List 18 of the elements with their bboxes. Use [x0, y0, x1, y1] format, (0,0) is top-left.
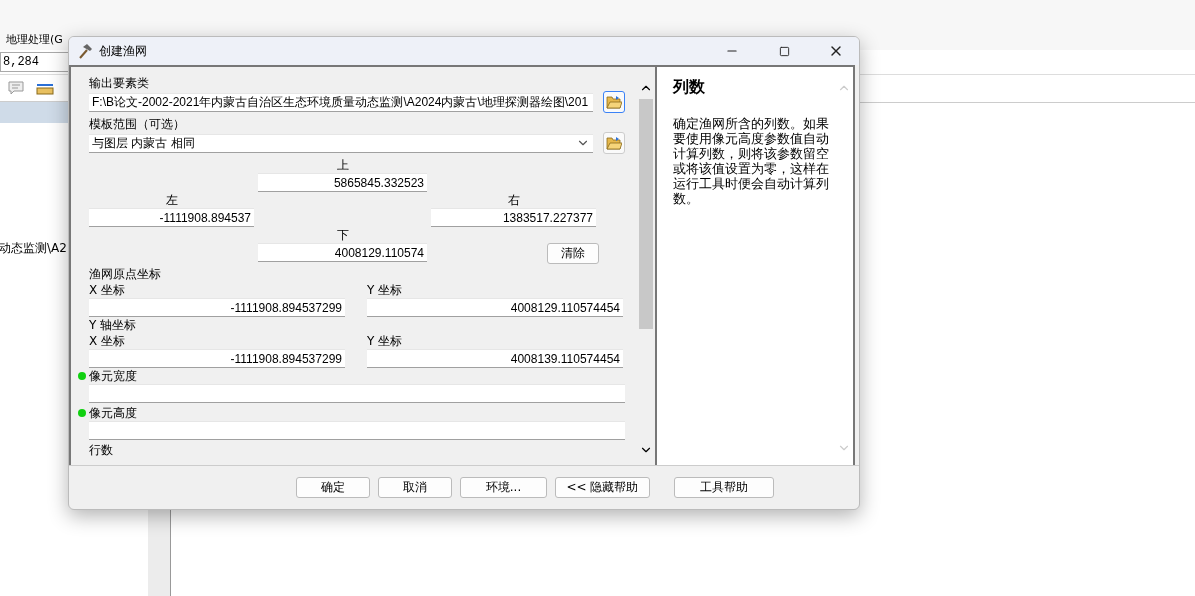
param-label: 渔网原点坐标 [89, 266, 162, 282]
coordinate-label: Y 坐标 [367, 333, 404, 349]
extent-label: 右 [506, 192, 521, 208]
help-text: 确定渔网所含的列数。如果要使用像元高度参数值自动计算列数，则将该参数留空或将该值设置为零，这样在运行工具时便会自动计算列数。 [673, 116, 830, 206]
help-title: 列数 [673, 77, 706, 98]
param-label: Y 轴坐标 [89, 317, 138, 333]
extent-label: 左 [164, 192, 179, 208]
param-label: 行数 [89, 442, 114, 458]
coordinate-label: X 坐标 [89, 282, 127, 298]
param-label: 输出要素类 [89, 75, 150, 91]
extent-label: 下 [335, 227, 350, 243]
param-label: 模板范围（可选） [89, 116, 186, 132]
coordinate-label: Y 坐标 [367, 282, 404, 298]
coordinate-label: X 坐标 [89, 333, 127, 349]
param-label: 像元高度 [89, 405, 138, 421]
param-label: 像元宽度 [89, 368, 138, 384]
extent-label: 上 [335, 157, 350, 173]
window-title: 创建渔网 [99, 42, 148, 60]
